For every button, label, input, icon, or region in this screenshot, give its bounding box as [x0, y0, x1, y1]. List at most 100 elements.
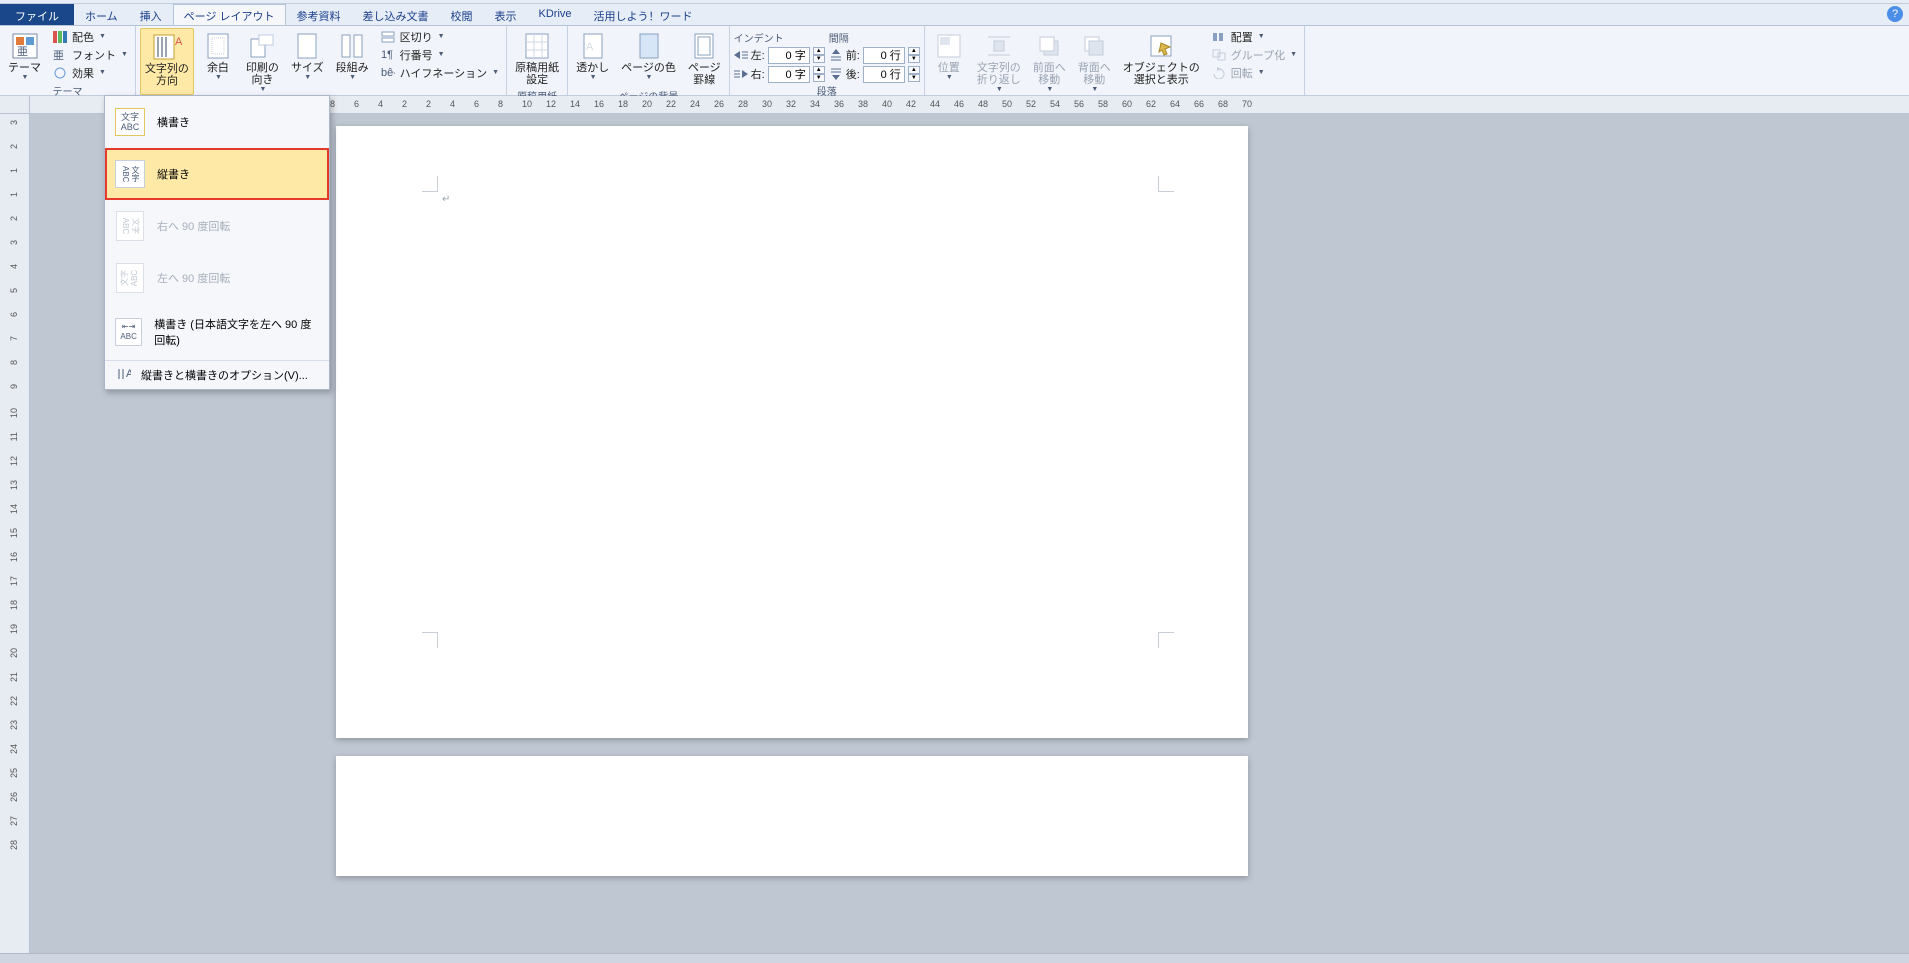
tab-kdrive[interactable]: KDrive: [528, 4, 583, 25]
page-color-button[interactable]: ページの色▼: [617, 28, 680, 88]
tab-review[interactable]: 校閲: [440, 4, 484, 25]
dd-options-label: 縦書きと横書きのオプション(V)...: [141, 367, 308, 383]
dd-item-vertical[interactable]: 文字ABC 縦書き: [105, 148, 329, 200]
help-icon[interactable]: ?: [1887, 6, 1903, 22]
dd-rotate-right-label: 右へ 90 度回転: [157, 218, 230, 234]
spacing-after-input[interactable]: [863, 66, 905, 83]
spacing-before-spinner[interactable]: ▲▼: [908, 47, 920, 63]
dd-horizontal-label: 横書き: [157, 114, 190, 130]
dd-options[interactable]: A 縦書きと横書きのオプション(V)...: [105, 361, 329, 389]
dd-item-horizontal-jp[interactable]: ⇤⇥ABC 横書き (日本語文字を左へ 90 度回転): [105, 304, 329, 360]
indent-left-row: 左: ▲▼: [734, 46, 825, 64]
fonts-button[interactable]: 亜フォント▼: [49, 46, 131, 63]
align-icon: [1211, 30, 1227, 44]
svg-text:亜: 亜: [17, 46, 28, 58]
columns-button[interactable]: 段組み▼: [332, 28, 373, 95]
tab-view[interactable]: 表示: [484, 4, 528, 25]
horizontal-text-icon: 文字ABC: [115, 108, 145, 136]
send-back-button[interactable]: 背面へ 移動▼: [1074, 28, 1115, 95]
orientation-icon: [246, 30, 278, 62]
hyphenation-icon: bê-: [380, 66, 396, 80]
indent-left-spinner[interactable]: ▲▼: [813, 47, 825, 63]
themes-label: テーマ: [8, 62, 41, 74]
svg-text:bê-: bê-: [381, 67, 395, 79]
margin-corner-br: [1158, 632, 1174, 648]
orientation-button[interactable]: 印刷の 向き▼: [242, 28, 283, 95]
rotate-icon: [1211, 66, 1227, 80]
indent-left-input[interactable]: [768, 47, 810, 64]
page-borders-button[interactable]: ページ 罫線: [684, 28, 725, 88]
svg-text:1¶: 1¶: [381, 49, 393, 61]
colors-button[interactable]: 配色▼: [49, 28, 131, 45]
position-button[interactable]: 位置▼: [929, 28, 969, 95]
rotate-left-text-icon: 文字ABC: [116, 263, 144, 293]
wrap-icon: [983, 30, 1015, 62]
cursor-mark: ↵: [442, 194, 450, 205]
rotate-button[interactable]: 回転▼: [1208, 64, 1300, 81]
tab-insert[interactable]: 挿入: [129, 4, 173, 25]
horizontal-jp-text-icon: ⇤⇥ABC: [115, 318, 142, 346]
themes-button[interactable]: 亜 テーマ ▼: [4, 28, 45, 83]
send-back-icon: [1078, 30, 1110, 62]
page-borders-icon: [688, 30, 720, 62]
group-button[interactable]: グループ化▼: [1208, 46, 1300, 63]
dd-vertical-label: 縦書き: [157, 166, 190, 182]
line-numbers-button[interactable]: 1¶行番号▼: [377, 46, 503, 63]
selection-pane-button[interactable]: オブジェクトの 選択と表示: [1119, 28, 1204, 95]
tab-page-layout[interactable]: ページ レイアウト: [173, 4, 286, 25]
indent-right-spinner[interactable]: ▲▼: [813, 66, 825, 82]
spacing-before-icon: [829, 49, 843, 61]
document-page[interactable]: ↵: [336, 126, 1248, 738]
vertical-text-icon: 文字ABC: [115, 160, 145, 188]
indent-left-icon: [734, 49, 748, 61]
breaks-icon: [380, 30, 396, 44]
group-page-setup: A 文字列の 方向 余白▼ 印刷の 向き▼ サイズ▼ 段組み▼ 区切り▼ 1¶行…: [136, 26, 507, 95]
indent-right-row: 右: ▲▼: [734, 65, 825, 83]
text-direction-dropdown: 文字ABC 横書き 文字ABC 縦書き 文字ABC 右へ 90 度回転 文字AB…: [104, 95, 330, 390]
margin-corner-tr: [1158, 176, 1174, 192]
dd-item-horizontal[interactable]: 文字ABC 横書き: [105, 96, 329, 148]
indent-right-input[interactable]: [768, 66, 810, 83]
watermark-button[interactable]: A透かし▼: [572, 28, 613, 88]
page-color-icon: [633, 30, 665, 62]
spacing-before-input[interactable]: [863, 47, 905, 64]
manuscript-button[interactable]: 原稿用紙 設定: [511, 28, 563, 88]
document-page-2[interactable]: [336, 756, 1248, 876]
hyphenation-button[interactable]: bê-ハイフネーション▼: [377, 64, 503, 81]
tab-utilize[interactable]: 活用しよう！ワード: [583, 4, 704, 25]
bring-front-button[interactable]: 前面へ 移動▼: [1029, 28, 1070, 95]
tab-file[interactable]: ファイル: [0, 4, 74, 25]
wrap-button[interactable]: 文字列の 折り返し▼: [973, 28, 1025, 95]
spacing-title: 間隔: [829, 30, 920, 45]
margins-button[interactable]: 余白▼: [198, 28, 238, 95]
dd-rotate-left-label: 左へ 90 度回転: [157, 270, 230, 286]
group-paragraph: インデント 左: ▲▼ 右: ▲▼ 間隔 前:: [730, 26, 925, 95]
dd-item-rotate-right[interactable]: 文字ABC 右へ 90 度回転: [105, 200, 329, 252]
align-button[interactable]: 配置▼: [1208, 28, 1300, 45]
spacing-after-icon: [829, 68, 843, 80]
margin-corner-bl: [422, 632, 438, 648]
text-direction-icon: A: [151, 31, 183, 63]
breaks-button[interactable]: 区切り▼: [377, 28, 503, 45]
margin-corner-tl: [422, 176, 438, 192]
spacing-after-spinner[interactable]: ▲▼: [908, 66, 920, 82]
size-icon: [291, 30, 323, 62]
columns-icon: [336, 30, 368, 62]
vertical-ruler[interactable]: 3211234567891011121314151617181920212223…: [0, 114, 30, 953]
ruler-corner: [0, 96, 30, 114]
spacing-after-row: 後: ▲▼: [829, 65, 920, 83]
selection-pane-icon: [1145, 30, 1177, 62]
size-button[interactable]: サイズ▼: [287, 28, 328, 95]
indent-title: インデント: [734, 30, 825, 45]
tab-references[interactable]: 参考資料: [286, 4, 352, 25]
rotate-right-text-icon: 文字ABC: [116, 211, 144, 241]
effects-button[interactable]: 効果▼: [49, 64, 131, 81]
tab-home[interactable]: ホーム: [74, 4, 129, 25]
chevron-down-icon: ▼: [22, 74, 29, 81]
text-direction-options-icon: A: [115, 367, 133, 383]
dd-item-rotate-left[interactable]: 文字ABC 左へ 90 度回転: [105, 252, 329, 304]
text-direction-button[interactable]: A 文字列の 方向: [140, 28, 194, 95]
dd-horizontal-jp-label: 横書き (日本語文字を左へ 90 度回転): [154, 316, 319, 348]
manuscript-icon: [521, 30, 553, 62]
tab-mailings[interactable]: 差し込み文書: [352, 4, 440, 25]
